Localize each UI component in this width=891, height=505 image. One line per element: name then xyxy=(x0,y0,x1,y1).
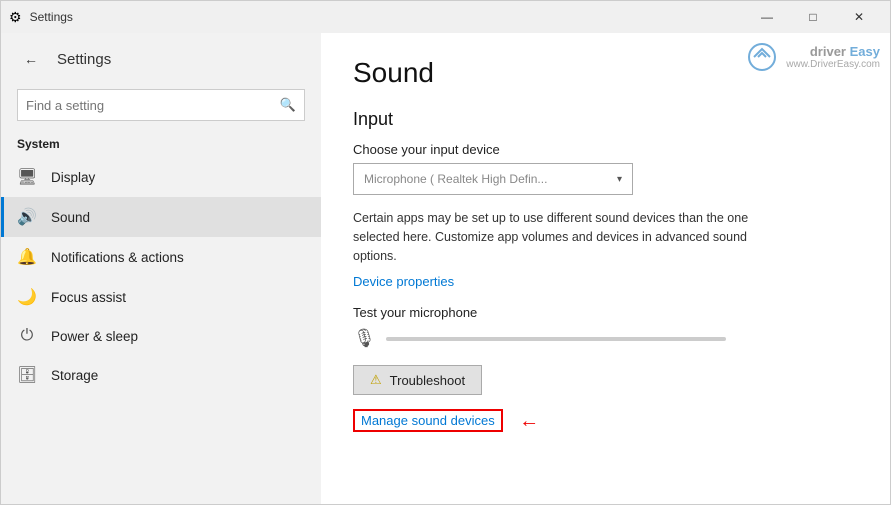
mic-test-row: 🎙 xyxy=(353,328,858,349)
sidebar-item-sound[interactable]: 🔊 Sound xyxy=(1,197,321,237)
minimize-button[interactable]: — xyxy=(744,1,790,33)
settings-icon: ⚙ xyxy=(9,9,22,26)
test-microphone-label: Test your microphone xyxy=(353,305,858,320)
search-icon[interactable]: 🔍 xyxy=(280,97,296,113)
storage-icon: 🗄 xyxy=(17,365,37,385)
main-content: driver Easy www.DriverEasy.com Sound Inp… xyxy=(321,33,890,504)
dropdown-arrow-icon: ▾ xyxy=(617,174,622,185)
device-properties-link[interactable]: Device properties xyxy=(353,274,454,289)
sidebar-item-label: Sound xyxy=(51,210,90,225)
mic-level-bar xyxy=(386,337,726,341)
titlebar-title: Settings xyxy=(30,10,73,24)
section-title: Input xyxy=(353,109,858,130)
page-title: Sound xyxy=(353,57,858,89)
red-arrow-icon: ← xyxy=(519,410,539,433)
close-button[interactable]: ✕ xyxy=(836,1,882,33)
sidebar-item-power[interactable]: ⏻ Power & sleep xyxy=(1,317,321,355)
sidebar: ← Settings 🔍 System 🖥 Display 🔊 Sound 🔔 … xyxy=(1,33,321,504)
sidebar-section-title: System xyxy=(1,133,321,157)
sidebar-item-storage[interactable]: 🗄 Storage xyxy=(1,355,321,395)
sidebar-item-notifications[interactable]: 🔔 Notifications & actions xyxy=(1,237,321,277)
warning-icon: ⚠ xyxy=(370,372,382,388)
sidebar-app-title: Settings xyxy=(57,51,111,68)
sidebar-item-display[interactable]: 🖥 Display xyxy=(1,157,321,197)
sidebar-item-focus[interactable]: 🌙 Focus assist xyxy=(1,277,321,317)
manage-sound-row: Manage sound devices ← xyxy=(353,409,858,432)
sidebar-item-label: Display xyxy=(51,170,95,185)
sidebar-item-label: Storage xyxy=(51,368,98,383)
microphone-icon: 🎙 xyxy=(353,328,376,349)
focus-icon: 🌙 xyxy=(17,287,37,307)
sidebar-header: ← Settings xyxy=(1,33,321,85)
back-button[interactable]: ← xyxy=(17,45,45,73)
notification-icon: 🔔 xyxy=(17,247,37,267)
power-icon: ⏻ xyxy=(17,327,37,345)
manage-sound-link[interactable]: Manage sound devices xyxy=(353,409,503,432)
titlebar: ⚙ Settings — □ ✕ xyxy=(1,1,890,33)
display-icon: 🖥 xyxy=(17,167,37,187)
input-device-value: Microphone ( Realtek High Defin... xyxy=(364,172,617,186)
maximize-button[interactable]: □ xyxy=(790,1,836,33)
search-input[interactable] xyxy=(26,98,280,113)
sidebar-item-label: Notifications & actions xyxy=(51,250,184,265)
input-device-label: Choose your input device xyxy=(353,142,858,157)
sidebar-item-label: Focus assist xyxy=(51,290,126,305)
sidebar-item-label: Power & sleep xyxy=(51,329,138,344)
search-box[interactable]: 🔍 xyxy=(17,89,305,121)
troubleshoot-label: Troubleshoot xyxy=(390,373,465,388)
description-text: Certain apps may be set up to use differ… xyxy=(353,209,773,265)
input-device-dropdown[interactable]: Microphone ( Realtek High Defin... ▾ xyxy=(353,163,633,195)
sound-icon: 🔊 xyxy=(17,207,37,227)
troubleshoot-button[interactable]: ⚠ Troubleshoot xyxy=(353,365,482,395)
titlebar-controls: — □ ✕ xyxy=(744,1,882,33)
